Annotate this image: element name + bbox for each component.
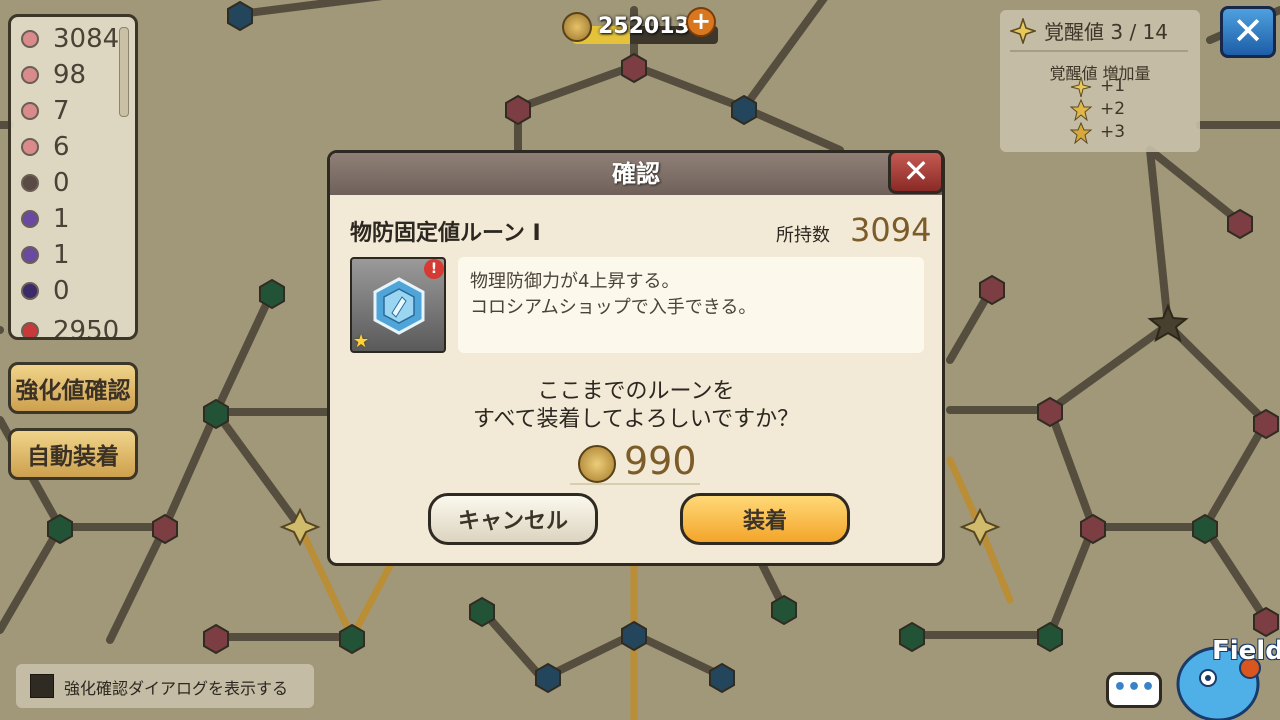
rune-count: 98 <box>53 60 87 90</box>
coin-icon <box>562 12 592 42</box>
coin-icon <box>578 445 616 483</box>
cancel-button[interactable]: キャンセル <box>428 493 598 545</box>
enhance-check-button[interactable]: 強化値確認 <box>8 362 138 414</box>
owned-label: 所持数 <box>776 225 830 246</box>
scrollbar[interactable] <box>119 27 129 117</box>
divider <box>1010 50 1188 52</box>
rune-gem-icon <box>21 30 39 48</box>
list-item[interactable]: 0 <box>21 165 70 201</box>
list-item[interactable]: 7 <box>21 93 70 129</box>
confirm-question: すべて装着してよろしいですか？ <box>472 407 800 432</box>
list-item[interactable]: 1 <box>21 201 70 237</box>
item-name: 物防固定値ルーン I <box>350 221 541 246</box>
star-level-2-icon <box>1070 99 1092 121</box>
rune-gem-icon <box>21 282 39 300</box>
auto-equip-button[interactable]: 自動装着 <box>8 428 138 480</box>
awakening-row: +3 <box>1100 122 1126 142</box>
rune-count: 3084 <box>53 24 120 54</box>
list-item[interactable]: 3084 <box>21 21 119 57</box>
owned-count: 3094 <box>850 211 932 249</box>
equip-cost: 990 <box>624 439 697 483</box>
rune-gem-icon <box>21 210 39 228</box>
rune-item-icon: ★ ! <box>350 257 446 353</box>
list-item[interactable]: 98 <box>21 57 86 93</box>
chat-button[interactable]: ••• <box>1106 672 1162 708</box>
rune-inventory-list[interactable]: 3084 98 7 6 0 1 1 0 2950 <box>8 14 138 340</box>
list-item[interactable]: 0 <box>21 273 70 309</box>
item-description: 物理防御力が4上昇する。 コロシアムショップで入手できる。 <box>458 257 924 353</box>
list-item[interactable]: 2950 <box>21 313 120 340</box>
description-line: コロシアムショップで入手できる。 <box>470 297 757 318</box>
add-coins-button[interactable]: + <box>686 7 716 37</box>
rune-count: 1 <box>53 204 70 234</box>
rune-gem-icon <box>21 246 39 264</box>
alert-icon: ! <box>424 259 444 279</box>
list-item[interactable]: 1 <box>21 237 70 273</box>
awakening-star-icon <box>1010 18 1036 44</box>
checkbox-label: 強化確認ダイアログを表示する <box>64 679 289 698</box>
rune-gem-icon <box>21 138 39 156</box>
star-level-3-icon <box>1070 122 1092 144</box>
rune-gem-icon <box>21 66 39 84</box>
close-screen-button[interactable]: ✕ <box>1220 6 1276 58</box>
rune-count: 1 <box>53 240 70 270</box>
rune-crystal-icon <box>373 277 425 335</box>
rune-gem-icon <box>21 322 39 337</box>
rune-count: 0 <box>53 276 70 306</box>
star-level-1-icon <box>1070 76 1092 98</box>
awakening-title: 覚醒値 3 / 14 <box>1044 20 1168 44</box>
dialog-title: 確認 <box>612 160 660 188</box>
rune-count: 2950 <box>53 316 120 340</box>
rune-gem-icon <box>21 102 39 120</box>
show-dialog-option[interactable]: 強化確認ダイアログを表示する <box>16 664 314 708</box>
list-item[interactable]: 6 <box>21 129 70 165</box>
rune-count: 7 <box>53 96 70 126</box>
rune-count: 6 <box>53 132 70 162</box>
equip-button[interactable]: 装着 <box>680 493 850 545</box>
awakening-row: +1 <box>1100 76 1126 96</box>
show-dialog-checkbox[interactable] <box>30 674 54 698</box>
rune-gem-icon <box>21 174 39 192</box>
awakening-row: +2 <box>1100 99 1126 119</box>
awakening-panel: 覚醒値 3 / 14 覚醒値 増加量 +1 +2 +3 <box>1000 10 1200 152</box>
confirm-dialog: 確認 物防固定値ルーン I 所持数 3094 ★ ! 物理防御力が4上昇する。 … <box>327 150 945 566</box>
rarity-star-icon: ★ <box>353 331 370 352</box>
rune-count: 0 <box>53 168 70 198</box>
divider <box>570 483 700 485</box>
dialog-close-button[interactable]: ✕ <box>888 150 944 194</box>
description-line: 物理防御力が4上昇する。 <box>470 271 680 292</box>
field-label[interactable]: Field <box>1212 636 1280 666</box>
